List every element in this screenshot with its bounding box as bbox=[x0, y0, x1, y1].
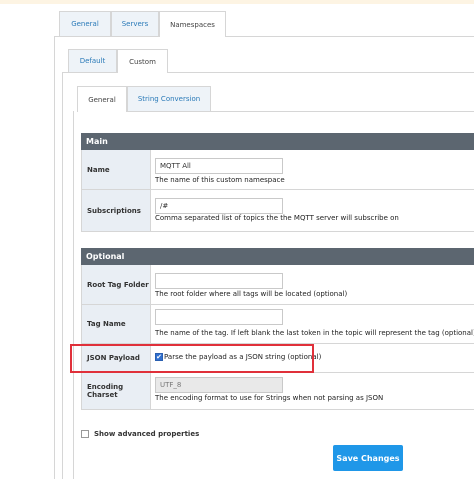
inner-tabs-divider bbox=[127, 111, 474, 112]
tab-inner-general[interactable]: General bbox=[77, 86, 127, 112]
top-strip bbox=[0, 0, 474, 4]
root-tag-folder-hint: The root folder where all tags will be l… bbox=[155, 290, 348, 298]
row-root-tag-folder: Root Tag Folder The root folder where al… bbox=[81, 265, 474, 305]
subscriptions-label: Subscriptions bbox=[82, 190, 151, 231]
name-label: Name bbox=[82, 150, 151, 189]
save-changes-button[interactable]: Save Changes bbox=[333, 445, 403, 471]
tag-name-hint: The name of the tag. If left blank the l… bbox=[155, 329, 474, 337]
subscriptions-hint: Comma separated list of topics the the M… bbox=[155, 214, 399, 222]
encoding-charset-value-cell: The encoding format to use for Strings w… bbox=[151, 373, 474, 409]
encoding-charset-input[interactable] bbox=[155, 377, 283, 393]
row-name: Name The name of this custom namespace bbox=[81, 150, 474, 190]
row-subscriptions: Subscriptions Comma separated list of to… bbox=[81, 190, 474, 232]
row-encoding-charset: Encoding Charset The encoding format to … bbox=[81, 373, 474, 410]
ns-panel-border bbox=[62, 72, 63, 479]
tab-custom[interactable]: Custom bbox=[117, 49, 168, 73]
encoding-charset-label: Encoding Charset bbox=[82, 373, 151, 409]
tab-default[interactable]: Default bbox=[68, 49, 117, 72]
name-input[interactable] bbox=[155, 158, 283, 174]
show-advanced-checkbox[interactable] bbox=[81, 430, 89, 438]
top-tabs-divider-right bbox=[226, 36, 474, 37]
tag-name-value-cell: The name of the tag. If left blank the l… bbox=[151, 305, 474, 343]
json-payload-highlight bbox=[70, 344, 314, 373]
name-hint: The name of this custom namespace bbox=[155, 176, 285, 184]
tag-name-input[interactable] bbox=[155, 309, 283, 325]
root-tag-folder-input[interactable] bbox=[155, 273, 283, 289]
encoding-charset-hint: The encoding format to use for Strings w… bbox=[155, 394, 384, 402]
inner-panel-border bbox=[73, 111, 74, 479]
tab-servers[interactable]: Servers bbox=[111, 11, 159, 36]
tab-general[interactable]: General bbox=[59, 11, 111, 36]
ns-tabs-divider-right bbox=[168, 72, 474, 73]
root-tag-folder-value-cell: The root folder where all tags will be l… bbox=[151, 265, 474, 304]
tab-string-conversion[interactable]: String Conversion bbox=[127, 86, 211, 111]
optional-section-header: Optional bbox=[81, 248, 474, 265]
main-section-header: Main bbox=[81, 133, 474, 150]
subscriptions-input[interactable] bbox=[155, 198, 283, 214]
subscriptions-value-cell: Comma separated list of topics the the M… bbox=[151, 190, 474, 231]
row-tag-name: Tag Name The name of the tag. If left bl… bbox=[81, 305, 474, 344]
tag-name-label: Tag Name bbox=[82, 305, 151, 343]
ns-tabs-divider bbox=[62, 72, 117, 73]
outer-panel-border bbox=[54, 36, 55, 479]
name-value-cell: The name of this custom namespace bbox=[151, 150, 474, 189]
tab-namespaces[interactable]: Namespaces bbox=[159, 11, 226, 37]
root-tag-folder-label: Root Tag Folder bbox=[82, 265, 151, 304]
top-tabs-divider bbox=[54, 36, 159, 37]
show-advanced-label: Show advanced properties bbox=[94, 430, 200, 438]
